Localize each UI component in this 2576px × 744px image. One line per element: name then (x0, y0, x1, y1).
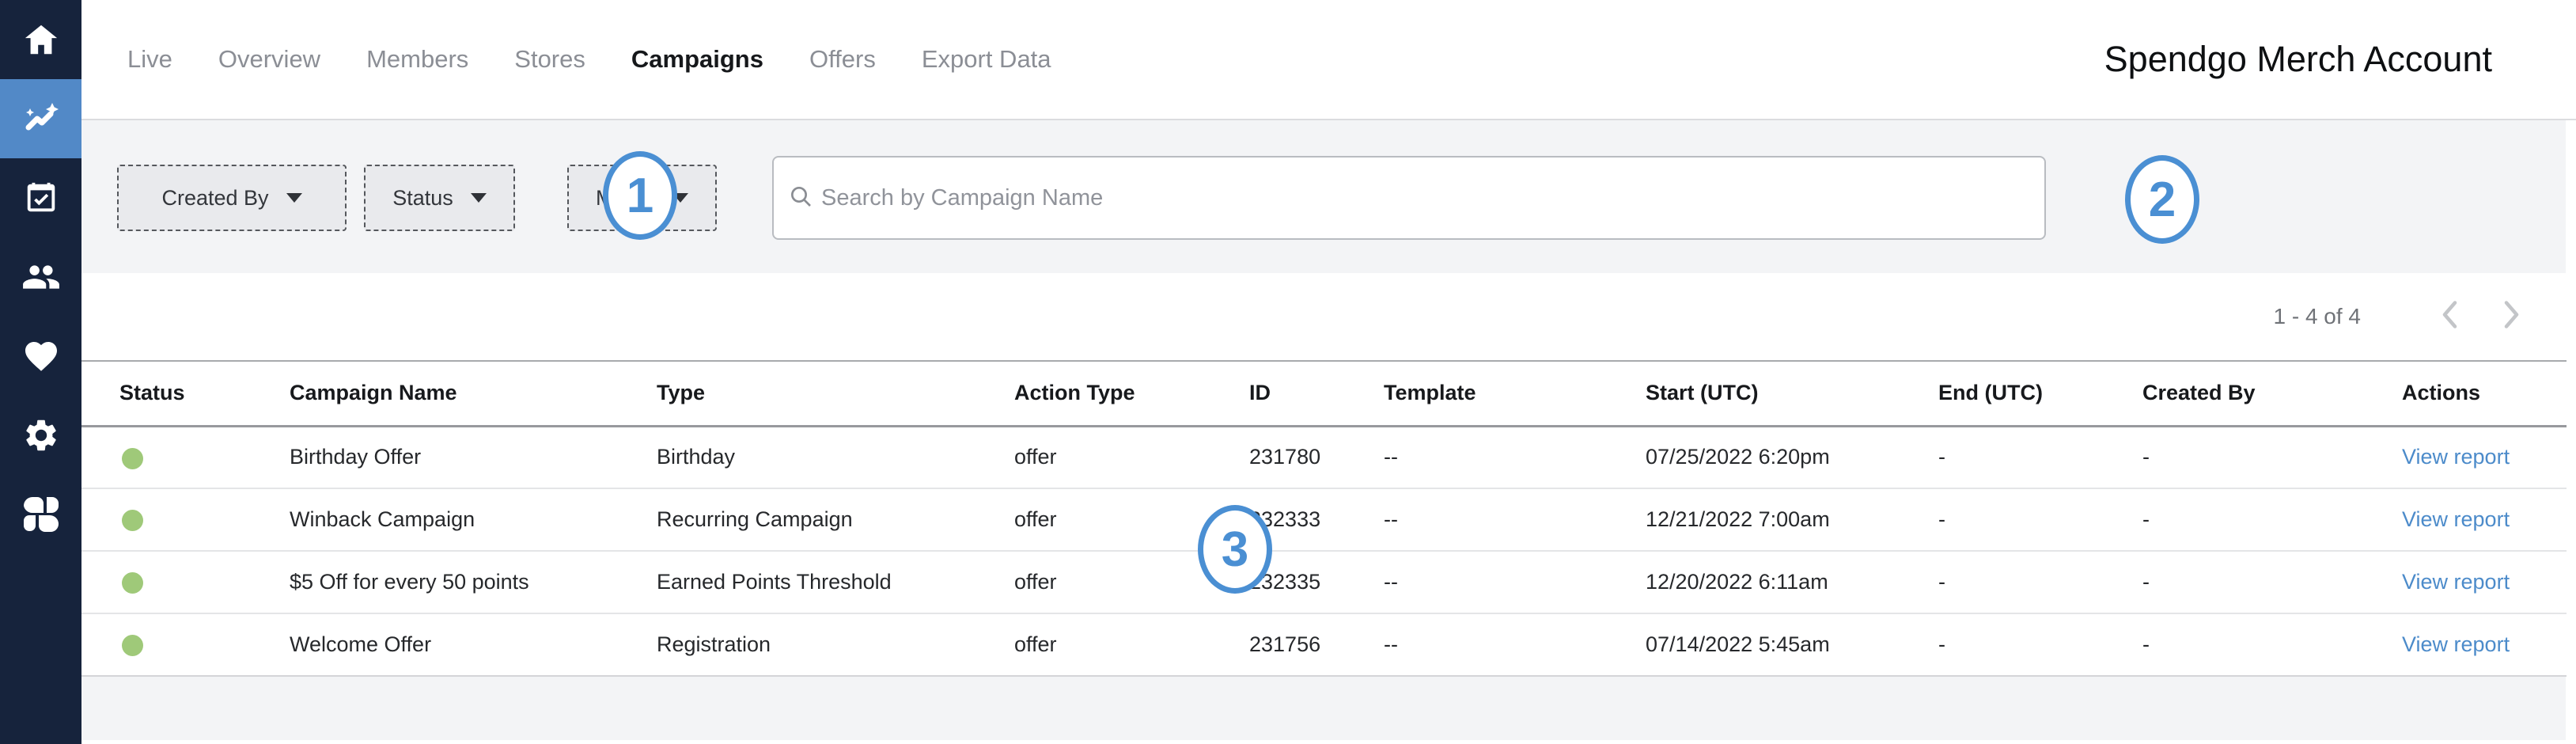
column-header-status: Status (81, 361, 290, 426)
footer-band (81, 677, 2566, 740)
created-by-filter-dropdown[interactable]: Created By (117, 165, 347, 231)
table-header-row: Status Campaign Name Type Action Type ID… (81, 361, 2567, 426)
annotation-circle-3: 3 (1198, 505, 1272, 594)
tab-overview[interactable]: Overview (218, 45, 320, 74)
status-active-dot (122, 635, 143, 656)
chevron-down-icon (471, 193, 487, 203)
view-report-link[interactable]: View report (2402, 632, 2510, 656)
loyalty-heart-icon (22, 337, 60, 375)
column-header-actions: Actions (2402, 361, 2567, 426)
column-header-template: Template (1384, 361, 1646, 426)
tab-stores[interactable]: Stores (514, 45, 585, 74)
search-input[interactable] (821, 185, 2044, 211)
start-utc-cell: 12/20/2022 6:11am (1646, 551, 1938, 613)
sidebar (0, 0, 81, 744)
trends-sparkline-icon (22, 100, 60, 138)
annotation-circle-1: 1 (603, 151, 677, 240)
status-active-dot (122, 510, 143, 531)
type-cell: Registration (657, 613, 1014, 676)
campaign-name-cell: Welcome Offer (290, 613, 657, 676)
id-cell: 231756 (1249, 613, 1384, 676)
settings-gear-icon (22, 416, 60, 454)
top-navigation-bar: Live Overview Members Stores Campaigns O… (81, 0, 2576, 120)
action-type-cell: offer (1014, 426, 1249, 488)
end-utc-cell: - (1938, 551, 2142, 613)
search-icon (788, 184, 813, 213)
template-cell: -- (1384, 551, 1646, 613)
template-cell: -- (1384, 613, 1646, 676)
table-row: Birthday Offer Birthday offer 231780 -- … (81, 426, 2567, 488)
start-utc-cell: 07/14/2022 5:45am (1646, 613, 1938, 676)
members-group-icon (21, 257, 61, 297)
view-report-link[interactable]: View report (2402, 445, 2510, 469)
main-area: Live Overview Members Stores Campaigns O… (81, 0, 2576, 744)
template-cell: -- (1384, 426, 1646, 488)
start-utc-cell: 12/21/2022 7:00am (1646, 488, 1938, 551)
created-by-filter-label: Created By (161, 186, 268, 211)
status-filter-label: Status (392, 186, 453, 211)
campaign-name-cell: Winback Campaign (290, 488, 657, 551)
column-header-action-type: Action Type (1014, 361, 1249, 426)
column-header-type: Type (657, 361, 1014, 426)
sidebar-item-loyalty[interactable] (0, 317, 81, 396)
column-header-end-utc: End (UTC) (1938, 361, 2142, 426)
column-header-id: ID (1249, 361, 1384, 426)
created-by-cell: - (2142, 613, 2402, 676)
end-utc-cell: - (1938, 613, 2142, 676)
tab-offers[interactable]: Offers (809, 45, 876, 74)
tab-live[interactable]: Live (127, 45, 172, 74)
type-cell: Recurring Campaign (657, 488, 1014, 551)
nav-tabs: Live Overview Members Stores Campaigns O… (127, 45, 1051, 74)
created-by-cell: - (2142, 488, 2402, 551)
created-by-cell: - (2142, 551, 2402, 613)
campaign-search-box[interactable] (772, 156, 2046, 240)
start-utc-cell: 07/25/2022 6:20pm (1646, 426, 1938, 488)
table-row: $5 Off for every 50 points Earned Points… (81, 551, 2567, 613)
id-cell: 231780 (1249, 426, 1384, 488)
tab-members[interactable]: Members (366, 45, 468, 74)
spendgo-logo-icon (22, 496, 60, 533)
next-page-chevron-icon[interactable] (2502, 300, 2521, 334)
sidebar-item-apps[interactable] (0, 475, 81, 554)
table-row: Winback Campaign Recurring Campaign offe… (81, 488, 2567, 551)
campaign-name-cell: $5 Off for every 50 points (290, 551, 657, 613)
sidebar-item-calendar[interactable] (0, 158, 81, 237)
annotation-circle-2: 2 (2125, 155, 2199, 244)
tab-export-data[interactable]: Export Data (922, 45, 1051, 74)
type-cell: Birthday (657, 426, 1014, 488)
sidebar-item-trends[interactable] (0, 79, 81, 158)
column-header-start-utc: Start (UTC) (1646, 361, 1938, 426)
status-active-dot (122, 572, 143, 594)
pagination-bar: 1 - 4 of 4 (81, 273, 2576, 360)
column-header-created-by: Created By (2142, 361, 2402, 426)
home-icon (23, 21, 59, 58)
sidebar-item-members[interactable] (0, 237, 81, 317)
sidebar-item-home[interactable] (0, 0, 81, 79)
previous-page-chevron-icon[interactable] (2440, 300, 2459, 334)
account-title: Spendgo Merch Account (2104, 39, 2492, 80)
campaign-name-cell: Birthday Offer (290, 426, 657, 488)
status-filter-dropdown[interactable]: Status (364, 165, 515, 231)
sidebar-item-settings[interactable] (0, 396, 81, 475)
calendar-check-icon (23, 180, 59, 216)
view-report-link[interactable]: View report (2402, 507, 2510, 531)
end-utc-cell: - (1938, 488, 2142, 551)
action-type-cell: offer (1014, 613, 1249, 676)
campaigns-table: Status Campaign Name Type Action Type ID… (81, 360, 2567, 677)
created-by-cell: - (2142, 426, 2402, 488)
chevron-down-icon (286, 193, 302, 203)
type-cell: Earned Points Threshold (657, 551, 1014, 613)
view-report-link[interactable]: View report (2402, 570, 2510, 594)
template-cell: -- (1384, 488, 1646, 551)
column-header-campaign-name: Campaign Name (290, 361, 657, 426)
end-utc-cell: - (1938, 426, 2142, 488)
table-row: Welcome Offer Registration offer 231756 … (81, 613, 2567, 676)
tab-campaigns[interactable]: Campaigns (631, 45, 763, 74)
pagination-range-text: 1 - 4 of 4 (2273, 304, 2361, 329)
status-active-dot (122, 448, 143, 469)
